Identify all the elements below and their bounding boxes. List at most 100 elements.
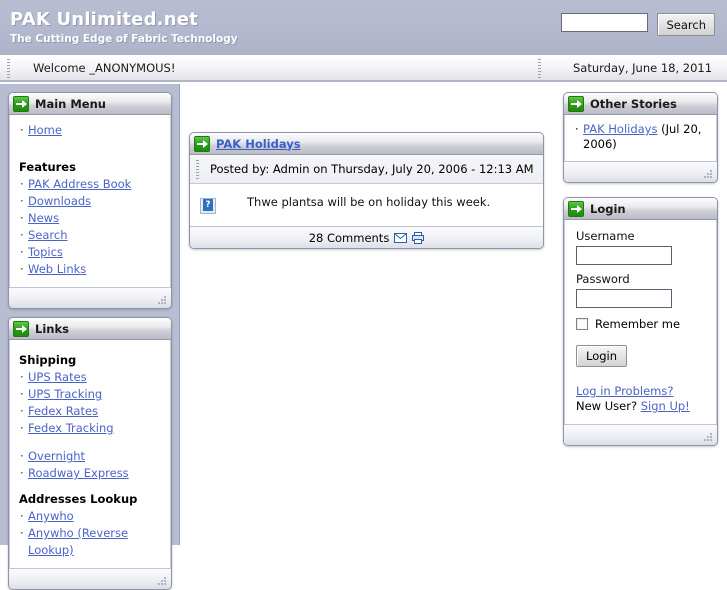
search-input[interactable] bbox=[561, 13, 649, 32]
sidebar-item-search[interactable]: Search bbox=[19, 227, 161, 244]
sidebar-link-topics[interactable]: Topics bbox=[28, 245, 63, 259]
site-tagline: The Cutting Edge of Fabric Technology bbox=[10, 33, 238, 45]
sign-up-link[interactable]: Sign Up! bbox=[641, 399, 690, 413]
sidebar-item-roadway-express[interactable]: Roadway Express bbox=[19, 465, 161, 482]
sidebar-item-web-links[interactable]: Web Links bbox=[19, 261, 161, 278]
broken-image-icon bbox=[200, 198, 216, 214]
main-content-column: PAK Holidays Posted by: Admin on Thursda… bbox=[181, 84, 554, 545]
sidebar-item-ups-rates[interactable]: UPS Rates bbox=[19, 369, 161, 386]
resize-grip-icon[interactable] bbox=[704, 170, 713, 179]
username-label: Username bbox=[576, 229, 635, 243]
dotted-separator-icon bbox=[7, 59, 10, 78]
sidebar-item-fedex-rates[interactable]: Fedex Rates bbox=[19, 403, 161, 420]
resize-grip-icon[interactable] bbox=[158, 296, 167, 305]
main-menu-list: Home Features PAK Address Book Downloads… bbox=[19, 122, 161, 278]
block-header: Other Stories bbox=[564, 93, 717, 115]
list-spacer bbox=[19, 139, 161, 150]
sidebar-item-downloads[interactable]: Downloads bbox=[19, 193, 161, 210]
article-header: PAK Holidays bbox=[190, 133, 543, 155]
user-status-bar: Welcome _ANONYMOUS! Saturday, June 18, 2… bbox=[0, 55, 727, 82]
block-login: Login Username Password Remember me Logi… bbox=[563, 197, 718, 446]
resize-grip-icon[interactable] bbox=[704, 433, 713, 442]
block-body: Username Password Remember me Login Log … bbox=[564, 220, 717, 424]
sidebar-link-anywho-reverse[interactable]: Anywho (Reverse Lookup) bbox=[28, 526, 128, 557]
article-card: PAK Holidays Posted by: Admin on Thursda… bbox=[189, 132, 544, 249]
green-arrow-icon bbox=[568, 95, 584, 112]
login-button[interactable]: Login bbox=[576, 345, 628, 367]
remember-me-checkbox[interactable] bbox=[576, 318, 588, 330]
welcome-message: Welcome _ANONYMOUS! bbox=[33, 61, 176, 75]
left-sidebar: Main Menu Home Features PAK Address Book… bbox=[0, 84, 180, 590]
sidebar-link-overnight[interactable]: Overnight bbox=[28, 449, 85, 463]
sidebar-link-roadway-express[interactable]: Roadway Express bbox=[28, 466, 129, 480]
site-banner: PAK Unlimited.net The Cutting Edge of Fa… bbox=[0, 0, 727, 55]
new-user-text: New User? bbox=[576, 399, 641, 413]
comments-count[interactable]: 28 Comments bbox=[309, 231, 390, 245]
sidebar-link-search[interactable]: Search bbox=[28, 228, 68, 242]
block-links: Links Shipping UPS Rates UPS Tracking Fe… bbox=[8, 317, 172, 590]
list-item: PAK Holidays (Jul 20, 2006) bbox=[574, 122, 707, 152]
sidebar-link-anywho[interactable]: Anywho bbox=[28, 509, 74, 523]
block-body: PAK Holidays (Jul 20, 2006) bbox=[564, 115, 717, 161]
sidebar-link-downloads[interactable]: Downloads bbox=[28, 194, 91, 208]
sidebar-item-topics[interactable]: Topics bbox=[19, 244, 161, 261]
block-footer bbox=[9, 568, 171, 589]
sidebar-item-pak-address-book[interactable]: PAK Address Book bbox=[19, 176, 161, 193]
password-label: Password bbox=[576, 272, 630, 286]
article-posted-text: Posted by: Admin on Thursday, July 20, 2… bbox=[210, 162, 534, 176]
resize-grip-icon[interactable] bbox=[158, 577, 167, 586]
block-header: Main Menu bbox=[9, 93, 171, 115]
sidebar-link-fedex-rates[interactable]: Fedex Rates bbox=[28, 404, 98, 418]
search-button[interactable]: Search bbox=[657, 13, 715, 36]
sidebar-link-news[interactable]: News bbox=[28, 211, 59, 225]
sidebar-link-pak-address-book[interactable]: PAK Address Book bbox=[28, 177, 131, 191]
green-arrow-icon bbox=[13, 320, 29, 337]
block-main-menu: Main Menu Home Features PAK Address Book… bbox=[8, 92, 172, 309]
password-input[interactable] bbox=[576, 289, 672, 308]
sidebar-item-fedex-tracking[interactable]: Fedex Tracking bbox=[19, 420, 161, 437]
article-title-link[interactable]: PAK Holidays bbox=[216, 137, 301, 151]
other-story-link[interactable]: PAK Holidays bbox=[583, 122, 657, 136]
sidebar-item-anywho-reverse[interactable]: Anywho (Reverse Lookup) bbox=[19, 525, 161, 559]
login-help: Log in Problems? bbox=[576, 384, 705, 399]
article-text: Thwe plantsa will be on holiday this wee… bbox=[247, 195, 491, 209]
block-footer bbox=[564, 161, 717, 182]
links-list: Shipping UPS Rates UPS Tracking Fedex Ra… bbox=[19, 351, 161, 559]
remember-me-row[interactable]: Remember me bbox=[576, 317, 705, 331]
sidebar-link-web-links[interactable]: Web Links bbox=[28, 262, 86, 276]
printer-icon[interactable] bbox=[412, 231, 425, 244]
block-title: Links bbox=[35, 321, 69, 336]
sidebar-link-home[interactable]: Home bbox=[28, 123, 62, 137]
sidebar-item-ups-tracking[interactable]: UPS Tracking bbox=[19, 386, 161, 403]
login-problems-link[interactable]: Log in Problems? bbox=[576, 384, 673, 398]
block-title: Other Stories bbox=[590, 96, 677, 111]
search-form: Search bbox=[561, 13, 715, 36]
dotted-separator-icon bbox=[538, 59, 541, 78]
block-footer bbox=[9, 287, 171, 308]
sidebar-item-home[interactable]: Home bbox=[19, 122, 161, 139]
group-heading-addresses-lookup: Addresses Lookup bbox=[19, 492, 138, 506]
group-heading-shipping: Shipping bbox=[19, 353, 77, 367]
green-arrow-icon bbox=[13, 95, 29, 112]
green-arrow-icon bbox=[194, 135, 210, 152]
username-input[interactable] bbox=[576, 246, 672, 265]
envelope-icon[interactable] bbox=[394, 232, 408, 243]
sidebar-link-ups-tracking[interactable]: UPS Tracking bbox=[28, 387, 102, 401]
sidebar-item-news[interactable]: News bbox=[19, 210, 161, 227]
block-other-stories: Other Stories PAK Holidays (Jul 20, 2006… bbox=[563, 92, 718, 183]
article-body: Thwe plantsa will be on holiday this wee… bbox=[190, 184, 543, 226]
block-body: Shipping UPS Rates UPS Tracking Fedex Ra… bbox=[9, 340, 171, 568]
article-byline: Posted by: Admin on Thursday, July 20, 2… bbox=[190, 155, 543, 184]
block-header: Login bbox=[564, 198, 717, 220]
sidebar-item-overnight[interactable]: Overnight bbox=[19, 448, 161, 465]
sidebar-link-ups-rates[interactable]: UPS Rates bbox=[28, 370, 87, 384]
sidebar-link-fedex-tracking[interactable]: Fedex Tracking bbox=[28, 421, 114, 435]
block-title: Main Menu bbox=[35, 96, 106, 111]
article-title: PAK Holidays bbox=[216, 137, 301, 151]
block-header: Links bbox=[9, 318, 171, 340]
list-spacer bbox=[19, 437, 161, 448]
sidebar-item-anywho[interactable]: Anywho bbox=[19, 508, 161, 525]
remember-me-label: Remember me bbox=[595, 317, 681, 331]
group-heading-features: Features bbox=[19, 160, 76, 174]
article-footer: 28 Comments bbox=[190, 226, 543, 248]
